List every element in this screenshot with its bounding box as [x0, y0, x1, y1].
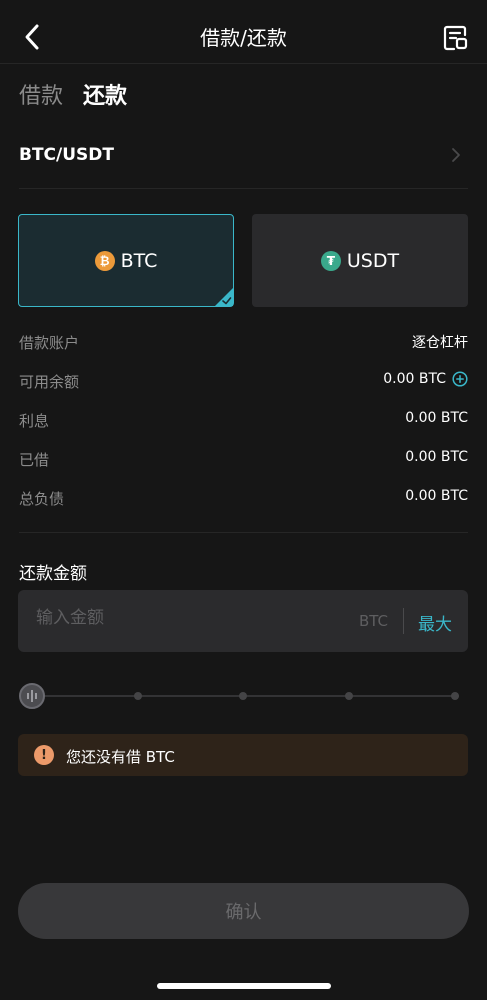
info-row-interest: 利息 0.00 BTC — [19, 410, 468, 432]
grip-lines-icon — [27, 690, 37, 702]
coin-label-usdt: USDT — [346, 249, 400, 272]
info-row-borrowed: 已借 0.00 BTC — [19, 449, 468, 471]
coin-option-usdt[interactable]: ₮ USDT — [252, 214, 468, 307]
warning-text: 您还没有借 BTC — [66, 748, 175, 766]
repay-amount-input[interactable] — [36, 608, 336, 628]
slider-dot-75[interactable] — [345, 692, 353, 700]
tab-borrow[interactable]: 借款 — [19, 78, 63, 110]
home-indicator[interactable] — [157, 983, 331, 989]
record-button[interactable] — [443, 24, 469, 52]
info-row-borrow-account: 借款账户 逐仓杠杆 — [19, 332, 468, 354]
info-row-available-balance: 可用余额 0.00 BTC — [19, 371, 468, 393]
warning-banner: ! 您还没有借 BTC — [18, 734, 468, 776]
info-value: 0.00 BTC — [405, 449, 468, 465]
pair-label: BTC/USDT — [19, 145, 114, 165]
max-button[interactable]: 最大 — [418, 610, 452, 635]
section-divider — [19, 532, 468, 533]
confirm-button[interactable]: 确认 — [18, 883, 469, 939]
record-list-icon — [443, 25, 468, 51]
amount-slider[interactable] — [19, 683, 459, 709]
chevron-right-icon — [452, 148, 460, 162]
amount-unit: BTC — [358, 612, 388, 630]
tab-repay[interactable]: 还款 — [83, 78, 127, 110]
coin-option-btc[interactable]: ₿ BTC — [18, 214, 234, 307]
btc-coin-icon: ₿ — [94, 250, 115, 271]
amount-separator — [403, 608, 404, 634]
coin-label-btc: BTC — [120, 249, 158, 272]
slider-dot-100[interactable] — [451, 692, 459, 700]
info-label: 已借 — [19, 451, 50, 469]
slider-dot-50[interactable] — [239, 692, 247, 700]
info-label: 利息 — [19, 412, 50, 430]
slider-dot-25[interactable] — [134, 692, 142, 700]
repay-amount-box: BTC 最大 — [18, 590, 468, 652]
repay-amount-title: 还款金额 — [19, 564, 87, 584]
info-row-total-debt: 总负债 0.00 BTC — [19, 488, 468, 510]
pair-selector[interactable]: BTC/USDT — [19, 131, 468, 189]
selected-check-icon — [215, 288, 233, 306]
info-value: 0.00 BTC — [405, 410, 468, 426]
info-label: 总负债 — [19, 490, 65, 508]
page-title: 借款/还款 — [200, 26, 287, 50]
info-label: 可用余额 — [19, 373, 80, 391]
borrow-repay-tabs: 借款 还款 — [19, 76, 127, 110]
info-value: 逐仓杠杆 — [412, 335, 468, 351]
slider-track[interactable] — [35, 695, 459, 697]
add-circle-icon[interactable] — [452, 371, 468, 387]
warning-icon: ! — [34, 745, 54, 765]
slider-thumb[interactable] — [19, 683, 45, 709]
info-value: 0.00 BTC — [405, 488, 468, 504]
usdt-coin-icon: ₮ — [320, 250, 341, 271]
top-bar: 借款/还款 — [0, 0, 487, 64]
info-label: 借款账户 — [19, 334, 80, 352]
info-value: 0.00 BTC — [383, 371, 468, 387]
